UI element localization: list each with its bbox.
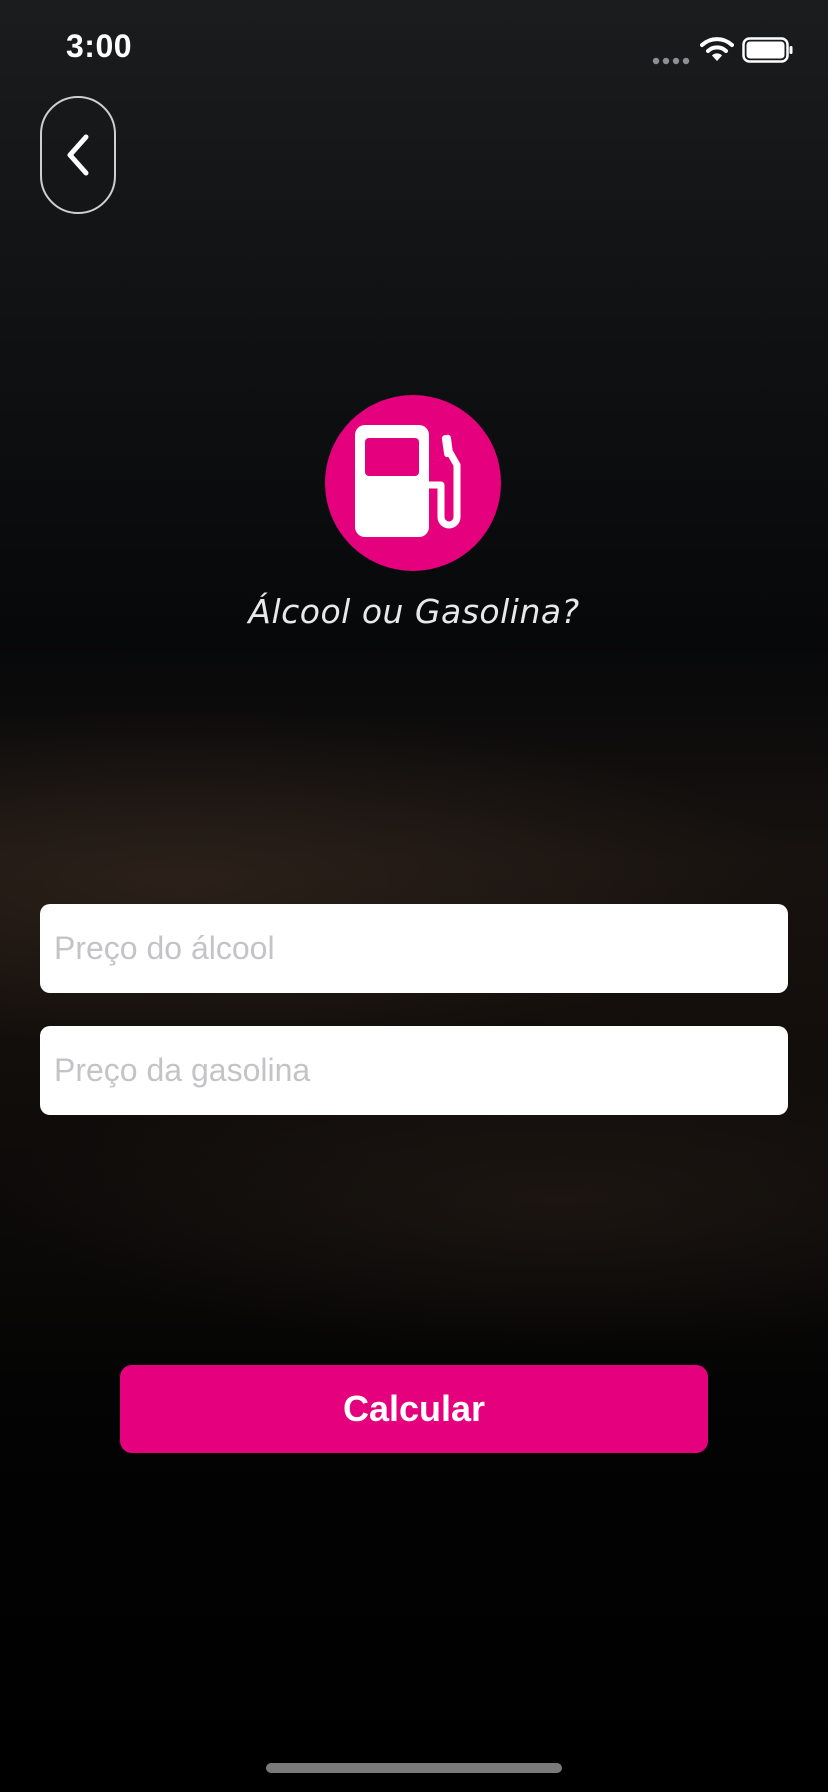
alcool-price-input[interactable]	[40, 904, 788, 993]
calculate-button[interactable]: Calcular	[120, 1365, 708, 1453]
battery-icon	[742, 37, 794, 68]
app-screen: 3:00 Álcool ou Gasolina? Preço do álcool…	[0, 0, 828, 1792]
status-time: 3:00	[66, 28, 133, 64]
app-logo	[325, 395, 501, 571]
home-indicator[interactable]	[266, 1763, 562, 1773]
cellular-signal-icon	[652, 52, 690, 70]
chevron-left-icon	[67, 134, 89, 176]
back-button[interactable]	[40, 96, 116, 214]
wifi-icon	[700, 36, 734, 67]
gasolina-price-input[interactable]	[40, 1026, 788, 1115]
app-title: Álcool ou Gasolina?	[248, 592, 580, 631]
fuel-pump-icon	[355, 425, 461, 537]
status-bar: 3:00	[0, 0, 828, 100]
